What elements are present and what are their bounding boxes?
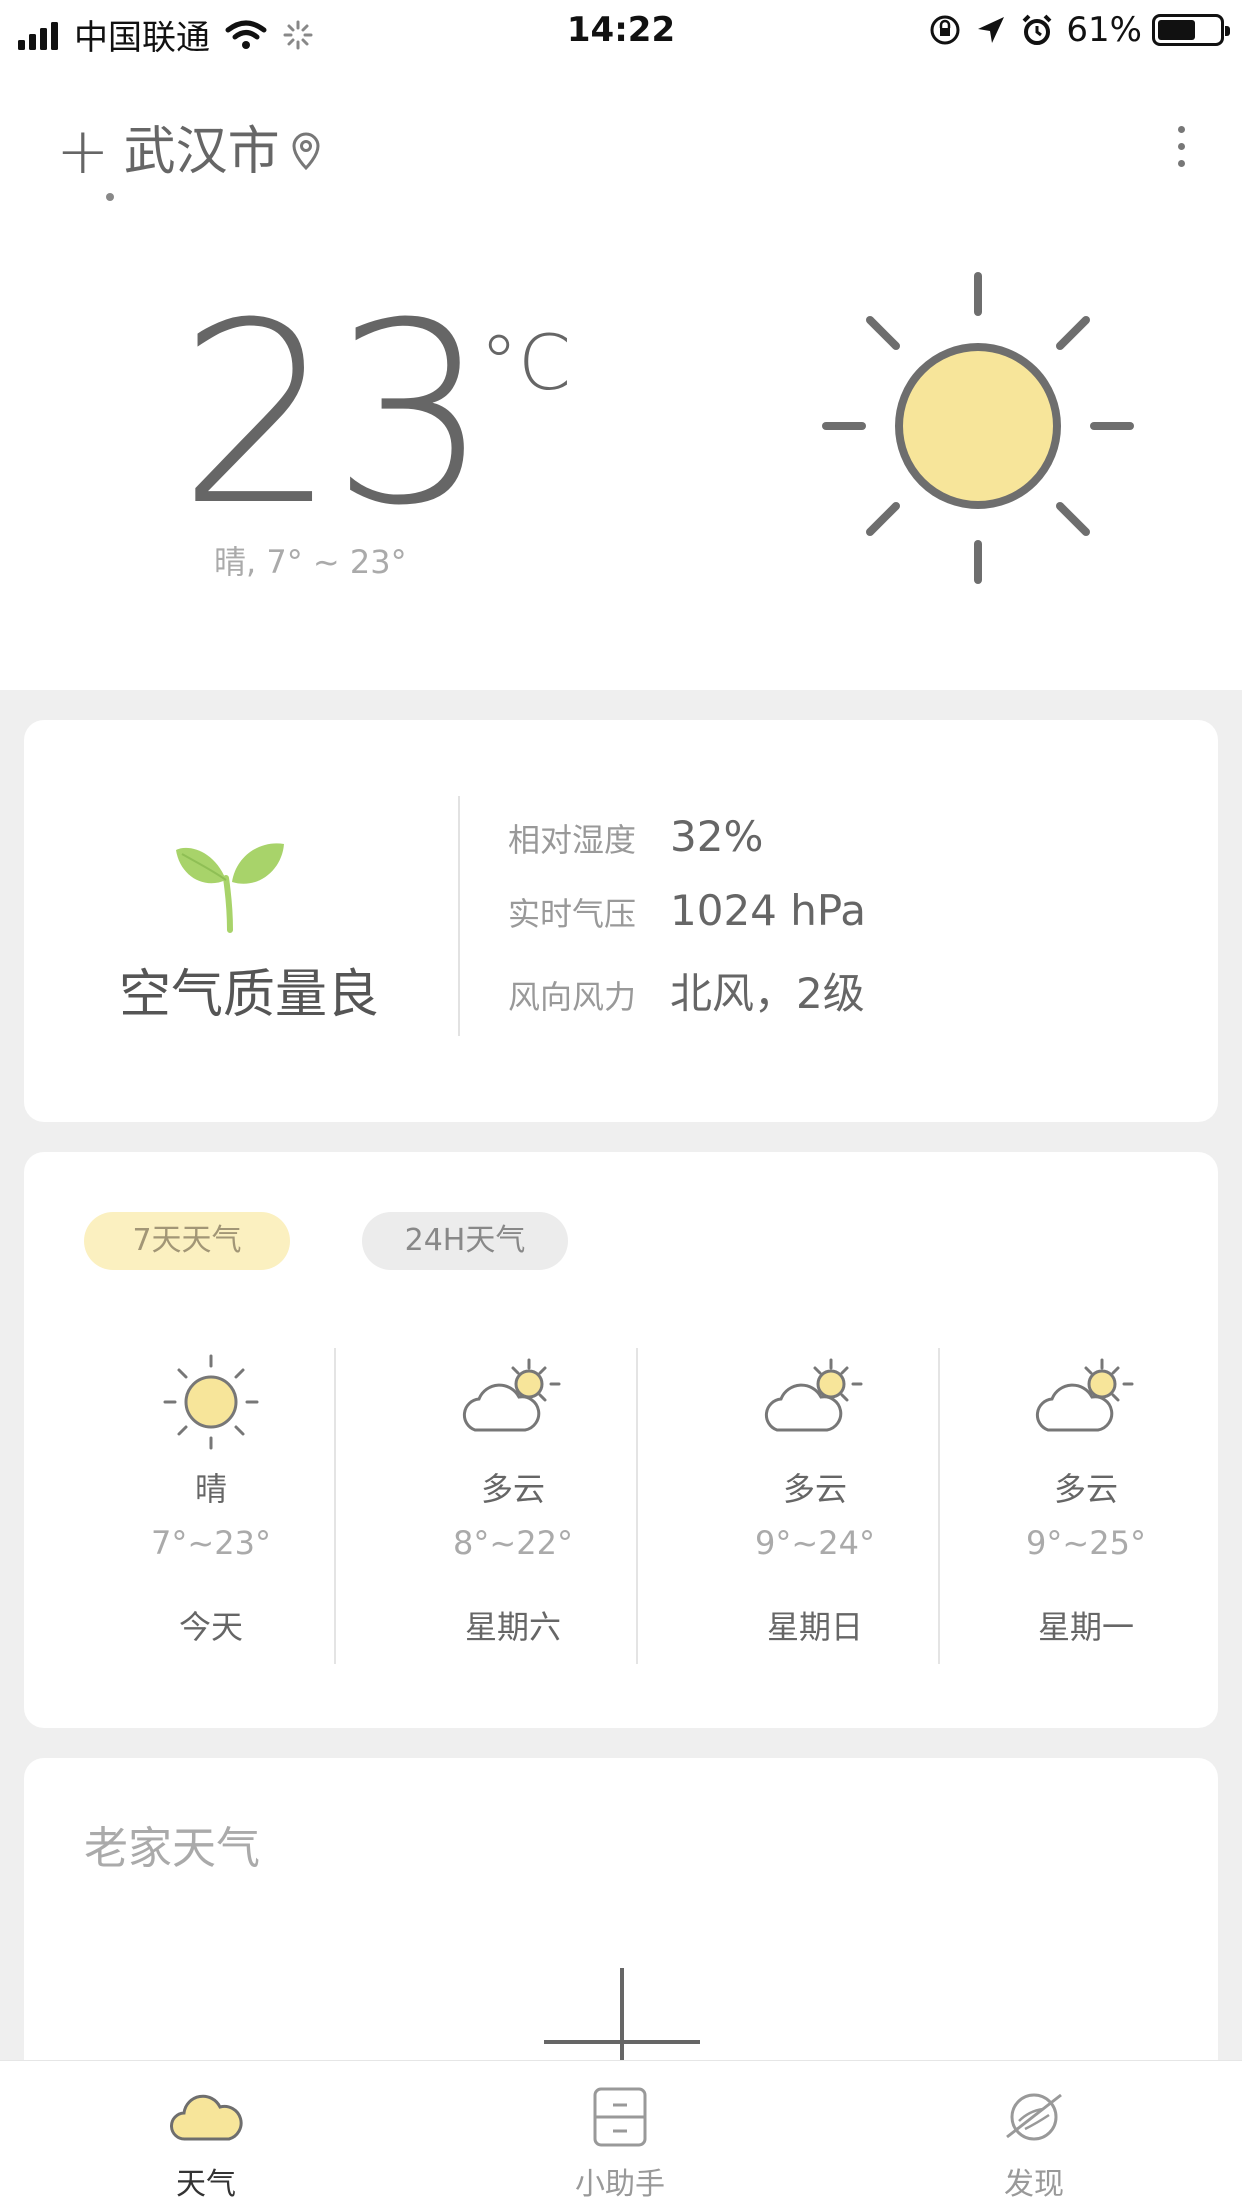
hometown-title: 老家天气 xyxy=(84,1823,260,1874)
forecast-day-name: 星期日 xyxy=(766,1608,863,1646)
location-pin-icon xyxy=(292,132,320,171)
orientation-lock-icon xyxy=(930,15,960,45)
nav-discover[interactable]: 发现 xyxy=(934,2061,1134,2208)
forecast-card: 7天天气 24H天气 晴 7°~23° 今天 多云 8°~22° 星期六 多云 … xyxy=(24,1152,1218,1728)
cloud-icon xyxy=(170,2094,243,2141)
bottom-nav: 天气 小助手 发现 xyxy=(0,2060,1242,2208)
info-label: 相对湿度 xyxy=(508,821,637,859)
cabinet-icon xyxy=(593,2087,647,2147)
nav-label: 小助手 xyxy=(575,2167,665,2202)
page-indicator-dot xyxy=(106,193,114,201)
info-label: 实时气压 xyxy=(508,895,637,933)
partly-cloudy-icon xyxy=(764,1358,863,1432)
forecast-condition: 晴 xyxy=(194,1470,227,1508)
divider xyxy=(334,1348,336,1664)
sprout-icon xyxy=(176,843,284,933)
nav-weather[interactable]: 天气 xyxy=(106,2061,306,2208)
alarm-icon xyxy=(1023,14,1052,45)
more-menu-button[interactable] xyxy=(1166,126,1196,178)
humidity-row: 相对湿度 32% xyxy=(508,812,763,861)
nav-assistant[interactable]: 小助手 xyxy=(520,2061,720,2208)
tab-24-hour[interactable]: 24H天气 xyxy=(362,1212,568,1270)
forecast-day-name: 星期一 xyxy=(1037,1608,1134,1646)
sun-icon xyxy=(163,1354,259,1450)
info-label: 风向风力 xyxy=(508,978,637,1016)
nav-label: 天气 xyxy=(176,2167,236,2202)
forecast-day[interactable]: 晴 7°~23° 今天 xyxy=(60,1352,362,1648)
info-value: 1024 hPa xyxy=(670,886,867,935)
partly-cloudy-icon xyxy=(1035,1358,1134,1432)
info-value: 北风，2级 xyxy=(670,969,865,1018)
forecast-range: 7°~23° xyxy=(151,1524,271,1562)
add-city-button[interactable]: + xyxy=(56,120,110,184)
planet-icon xyxy=(1006,2093,1062,2141)
air-quality-label: 空气质量良 xyxy=(118,965,379,1025)
status-bar: 中国联通 14:22 61% xyxy=(0,0,1242,64)
sun-icon xyxy=(822,272,1134,584)
status-right: 61% xyxy=(928,10,1230,50)
location-arrow-icon xyxy=(978,17,1005,43)
air-info-card: 空气质量良 相对湿度 32% 实时气压 1024 hPa 风向风力 北风，2级 xyxy=(24,720,1218,1122)
city-name[interactable]: 武汉市 xyxy=(124,120,280,184)
temperature-unit: °C xyxy=(480,318,572,407)
nav-label: 发现 xyxy=(1004,2167,1064,2202)
forecast-day[interactable]: 多云 9°~25° 星期一 xyxy=(966,1352,1206,1648)
forecast-condition: 多云 xyxy=(782,1470,847,1508)
forecast-day[interactable]: 多云 9°~24° 星期日 xyxy=(664,1352,966,1648)
partly-cloudy-icon xyxy=(462,1358,561,1432)
forecast-range: 9°~24° xyxy=(755,1524,875,1562)
forecast-day-name: 今天 xyxy=(178,1608,243,1646)
forecast-condition: 多云 xyxy=(1053,1470,1118,1508)
wind-row: 风向风力 北风，2级 xyxy=(508,960,865,1021)
tab-7-day[interactable]: 7天天气 xyxy=(84,1212,290,1270)
current-temperature: 23 xyxy=(178,269,490,560)
forecast-condition: 多云 xyxy=(480,1470,545,1508)
battery-icon xyxy=(1152,14,1230,46)
divider xyxy=(938,1348,940,1664)
forecast-day-name: 星期六 xyxy=(464,1608,561,1646)
city-selector[interactable]: + 武汉市 xyxy=(56,120,324,184)
divider xyxy=(636,1348,638,1664)
pressure-row: 实时气压 1024 hPa xyxy=(508,886,866,935)
forecast-day[interactable]: 多云 8°~22° 星期六 xyxy=(362,1352,664,1648)
info-value: 32% xyxy=(670,812,764,861)
divider xyxy=(458,796,460,1036)
battery-percent: 61% xyxy=(1066,10,1142,50)
forecast-range: 8°~22° xyxy=(453,1524,573,1562)
forecast-range: 9°~25° xyxy=(1026,1524,1146,1562)
weather-summary: 晴, 7° ~ 23° xyxy=(214,543,407,581)
